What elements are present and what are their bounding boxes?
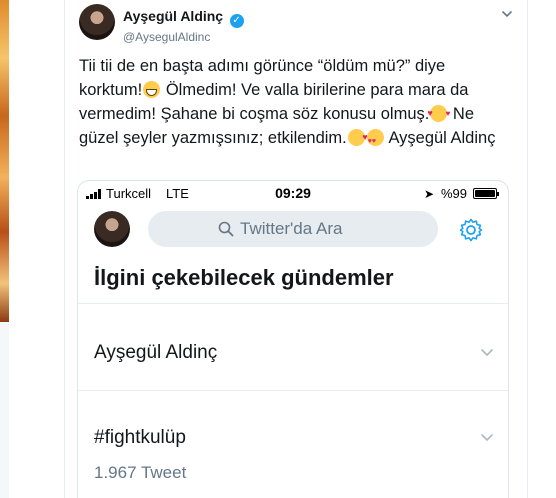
trend-item[interactable]: #fightkulüp 1.967 Tweet [78,391,508,498]
grinning-face-icon [143,81,161,98]
heart-eyes-icon [366,129,384,154]
tweet-text-part: Ayşegül Aldinç [384,129,496,147]
smiling-face-with-hearts-icon [427,101,450,126]
tweet-card: Ayşegül Aldinç ✓ @AysegulAldinc Tii tii … [64,0,528,498]
location-arrow-icon: ➤ [424,187,435,201]
gear-icon[interactable] [458,217,484,243]
tweet-author[interactable]: Ayşegül Aldinç ✓ @AysegulAldinc [123,8,244,44]
trends-heading: İlgini çekebilecek gündemler [94,265,394,290]
trend-item[interactable]: Ayşegül Aldinç [78,304,508,390]
trend-tweet-count: 1.967 Tweet [94,463,187,482]
tweet-menu-chevron-icon[interactable] [501,8,513,20]
profile-avatar[interactable] [94,211,130,247]
battery-icon [473,188,499,199]
background-image-strip [0,0,9,322]
trend-name: #fightkulüp [94,427,186,448]
search-bar[interactable] [148,211,438,247]
author-avatar[interactable] [79,4,115,40]
chevron-down-icon[interactable] [480,348,494,358]
author-handle[interactable]: @AysegulAldinc [123,30,244,44]
trend-name: Ayşegül Aldinç [94,342,218,363]
search-input[interactable] [240,219,368,239]
face-blowing-kiss-icon [347,125,368,149]
author-name[interactable]: Ayşegül Aldinç [123,8,223,24]
background-panel [0,322,9,498]
chevron-down-icon[interactable] [480,433,494,443]
attached-screenshot[interactable]: Turkcell LTE 09:29 ➤ %99 İlgini çekebile… [77,180,509,498]
battery-percent: %99 [441,186,468,201]
status-bar: Turkcell LTE 09:29 ➤ %99 [78,181,508,207]
tweet-text: Tii tii de en başta adımı görünce “öldüm… [79,54,507,154]
verified-badge-icon: ✓ [229,14,244,28]
search-icon [218,221,234,237]
